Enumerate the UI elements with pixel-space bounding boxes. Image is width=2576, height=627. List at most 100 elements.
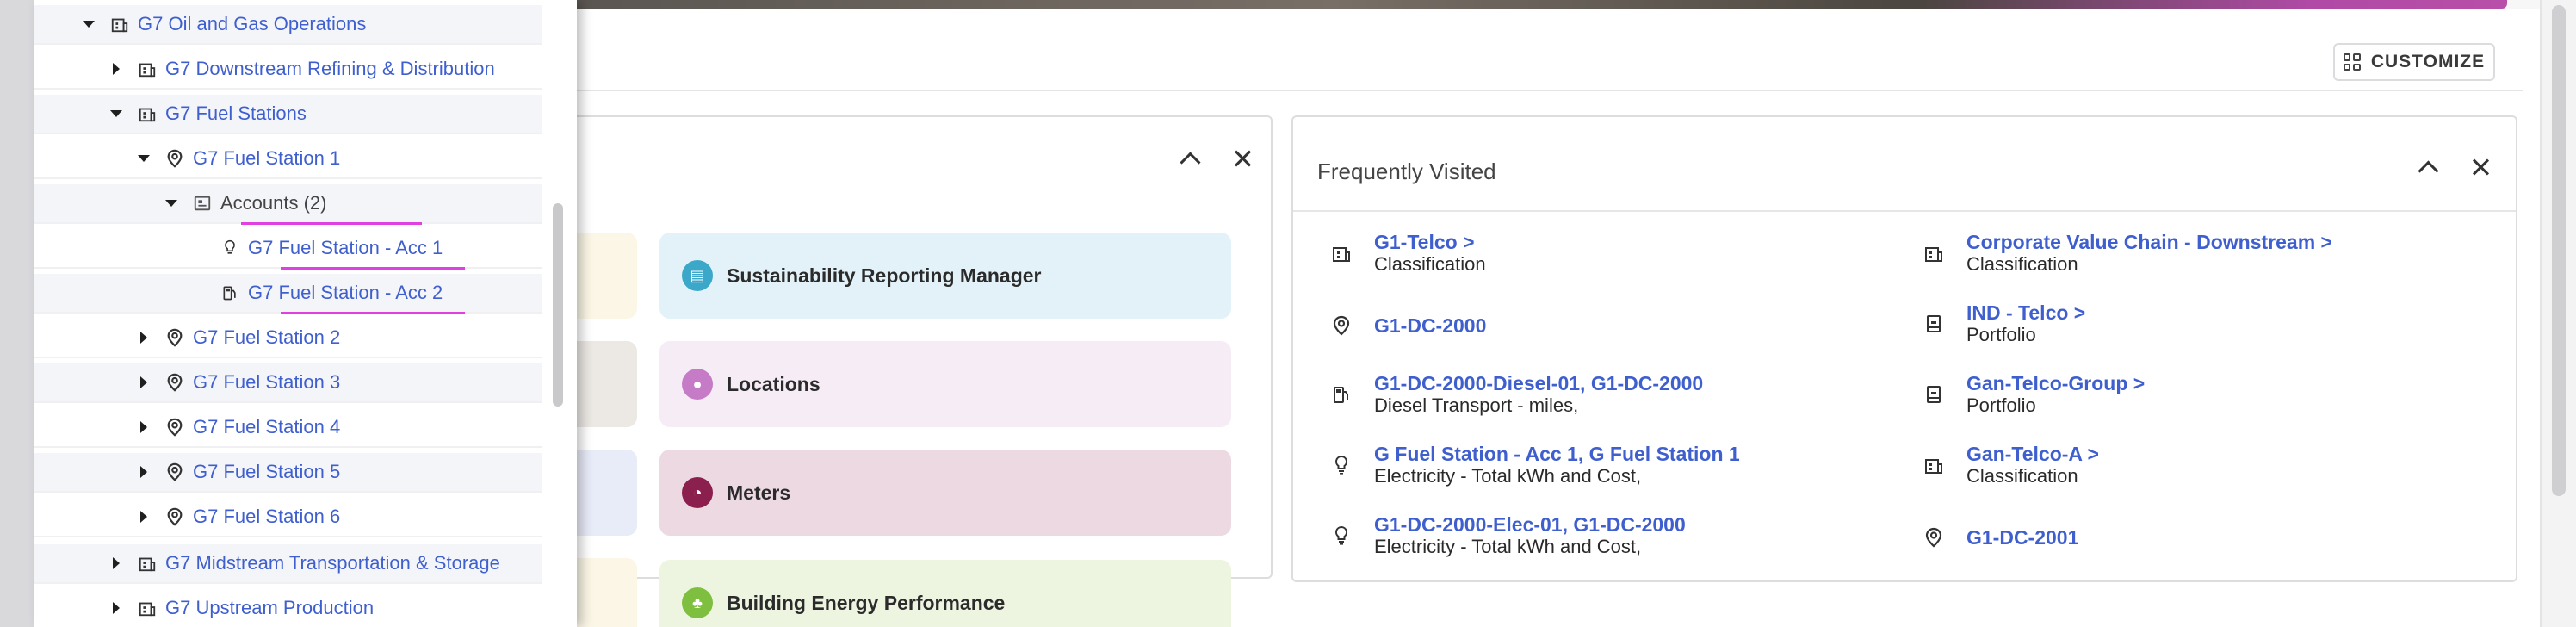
tree-node[interactable]: G7 Fuel Station - Acc 1: [34, 229, 547, 269]
tree-node-label[interactable]: G7 Fuel Station - Acc 1: [248, 237, 443, 259]
frequent-item[interactable]: G1-DC-2000-Diesel-01, G1-DC-2000 Diesel T…: [1329, 372, 1703, 417]
tree-node-label[interactable]: G7 Fuel Station 2: [193, 326, 340, 349]
drawer-scrollbar[interactable]: [542, 0, 577, 627]
header-banner-image: [551, 0, 2507, 9]
frequent-item[interactable]: G1-DC-2000: [1329, 314, 1486, 338]
location-pin-icon: [164, 371, 186, 394]
drawer-scrollbar-thumb[interactable]: [553, 203, 563, 407]
frequent-item-subtitle: Portfolio: [1966, 394, 2036, 416]
tree-node-label[interactable]: G7 Fuel Station - Acc 2: [248, 282, 443, 304]
tile-meters[interactable]: ◔ Meters: [659, 450, 1231, 536]
page-scrollbar[interactable]: [2540, 0, 2576, 627]
tile-sustainability-reporting-manager[interactable]: ▤ Sustainability Reporting Manager: [659, 233, 1231, 319]
close-icon[interactable]: [2469, 155, 2493, 179]
tree-node-label[interactable]: G7 Fuel Station 6: [193, 506, 340, 528]
tree-node-label[interactable]: G7 Fuel Station 4: [193, 416, 340, 438]
building-icon: [1922, 241, 1946, 265]
tree-node-label[interactable]: G7 Midstream Transportation & Storage: [165, 552, 500, 574]
caret-right-icon[interactable]: [133, 461, 155, 483]
left-gutter: [0, 0, 34, 627]
gauge-icon: ◔: [682, 477, 713, 508]
lightbulb-icon: [1329, 453, 1353, 477]
tree-node-label[interactable]: G7 Fuel Station 3: [193, 371, 340, 394]
tree-node-label[interactable]: G7 Downstream Refining & Distribution: [165, 58, 495, 80]
tree-node[interactable]: G7 Fuel Station 5: [34, 453, 547, 493]
fuel-meter-icon: [219, 282, 241, 304]
caret-down-icon[interactable]: [77, 13, 100, 35]
tree-node[interactable]: G7 Downstream Refining & Distribution: [34, 50, 547, 90]
frequent-item-link[interactable]: Gan-Telco-A >: [1966, 443, 2099, 465]
caret-right-icon[interactable]: [133, 326, 155, 349]
tree-node[interactable]: G7 Fuel Station 2: [34, 319, 547, 358]
collapse-chevron-up-icon[interactable]: [1178, 146, 1202, 171]
tile-locations[interactable]: ● Locations: [659, 341, 1231, 427]
tile-label: Locations: [727, 372, 820, 395]
building-leaf-icon: ♣: [682, 587, 713, 618]
location-pin-icon: [164, 326, 186, 349]
frequent-item-link[interactable]: IND - Telco >: [1966, 301, 2085, 324]
tree-node[interactable]: G7 Fuel Station 3: [34, 363, 547, 403]
frequent-item-link[interactable]: G1-DC-2000-Diesel-01, G1-DC-2000: [1374, 372, 1703, 394]
card-divider: [1293, 210, 2516, 212]
tree-node-label[interactable]: G7 Fuel Station 1: [193, 147, 340, 170]
frequent-item-subtitle: Classification: [1374, 253, 1486, 275]
customize-button[interactable]: CUSTOMIZE: [2333, 43, 2495, 81]
caret-right-icon[interactable]: [133, 416, 155, 438]
frequent-item-link[interactable]: G1-DC-2001: [1966, 526, 2078, 549]
frequent-item[interactable]: Corporate Value Chain - Downstream > Clas…: [1922, 231, 2332, 276]
caret-right-icon[interactable]: [105, 58, 127, 80]
location-pin-icon: ●: [682, 369, 713, 400]
tile-building-energy-performance[interactable]: ♣ Building Energy Performance: [659, 560, 1231, 627]
tree-node[interactable]: G7 Fuel Station 1: [34, 140, 547, 179]
tree-node[interactable]: G7 Fuel Station 6: [34, 498, 547, 537]
fuel-meter-icon: [1329, 382, 1353, 407]
frequent-item-subtitle: Classification: [1966, 465, 2078, 487]
caret-right-icon[interactable]: [133, 506, 155, 528]
frequent-item-link[interactable]: G1-DC-2000-Elec-01, G1-DC-2000: [1374, 513, 1686, 536]
tree-node[interactable]: G7 Fuel Station - Acc 2: [34, 274, 547, 314]
lightbulb-icon: [1329, 524, 1353, 548]
frequent-item[interactable]: Gan-Telco-Group > Portfolio: [1922, 372, 2145, 417]
tree-node-label[interactable]: G7 Fuel Stations: [165, 102, 307, 125]
frequently-visited-card: Frequently Visited G1-Telco > Classificat…: [1291, 115, 2517, 582]
frequent-item-link[interactable]: G1-DC-2000: [1374, 314, 1486, 337]
tree-node[interactable]: G7 Oil and Gas Operations: [34, 5, 547, 45]
frequent-item[interactable]: G Fuel Station - Acc 1, G Fuel Station 1…: [1329, 443, 1740, 487]
building-icon: [136, 58, 158, 80]
frequent-item[interactable]: IND - Telco > Portfolio: [1922, 301, 2085, 346]
tree-node-label[interactable]: G7 Fuel Station 5: [193, 461, 340, 483]
caret-spacer: [188, 282, 210, 304]
frequent-item-link[interactable]: Gan-Telco-Group >: [1966, 372, 2145, 394]
tree-node[interactable]: G7 Fuel Station 4: [34, 408, 547, 448]
caret-spacer: [188, 237, 210, 259]
tree-node[interactable]: G7 Midstream Transportation & Storage: [34, 544, 547, 584]
caret-down-icon[interactable]: [105, 102, 127, 125]
frequent-item[interactable]: G1-DC-2000-Elec-01, G1-DC-2000 Electricit…: [1329, 513, 1686, 558]
annotation-underline: [281, 312, 465, 314]
close-icon[interactable]: [1231, 146, 1255, 171]
caret-right-icon[interactable]: [105, 552, 127, 574]
customize-label: CUSTOMIZE: [2370, 52, 2486, 71]
caret-down-icon[interactable]: [133, 147, 155, 170]
tree-node-label[interactable]: Accounts (2): [220, 192, 327, 214]
page-scrollbar-thumb[interactable]: [2552, 5, 2566, 496]
caret-down-icon[interactable]: [160, 192, 183, 214]
tree-node[interactable]: G7 Upstream Production: [34, 589, 547, 627]
caret-right-icon[interactable]: [133, 371, 155, 394]
frequent-item-link[interactable]: Corporate Value Chain - Downstream >: [1966, 231, 2332, 253]
hierarchy-drawer: G7 Oil and Gas Operations G7 Downstream R…: [34, 0, 577, 627]
tree-node-label[interactable]: G7 Upstream Production: [165, 597, 374, 619]
frequent-item-link[interactable]: G1-Telco >: [1374, 231, 1486, 253]
tree-node[interactable]: Accounts (2): [34, 184, 547, 224]
frequent-item[interactable]: G1-Telco > Classification: [1329, 231, 1486, 276]
tree-node[interactable]: G7 Fuel Stations: [34, 95, 547, 134]
location-pin-icon: [164, 416, 186, 438]
location-pin-icon: [1329, 314, 1353, 338]
report-icon: ▤: [682, 260, 713, 291]
frequent-item-link[interactable]: G Fuel Station - Acc 1, G Fuel Station 1: [1374, 443, 1740, 465]
frequent-item[interactable]: G1-DC-2001: [1922, 525, 2078, 549]
collapse-chevron-up-icon[interactable]: [2416, 155, 2440, 179]
frequent-item[interactable]: Gan-Telco-A > Classification: [1922, 443, 2099, 487]
tree-node-label[interactable]: G7 Oil and Gas Operations: [138, 13, 366, 35]
caret-right-icon[interactable]: [105, 597, 127, 619]
